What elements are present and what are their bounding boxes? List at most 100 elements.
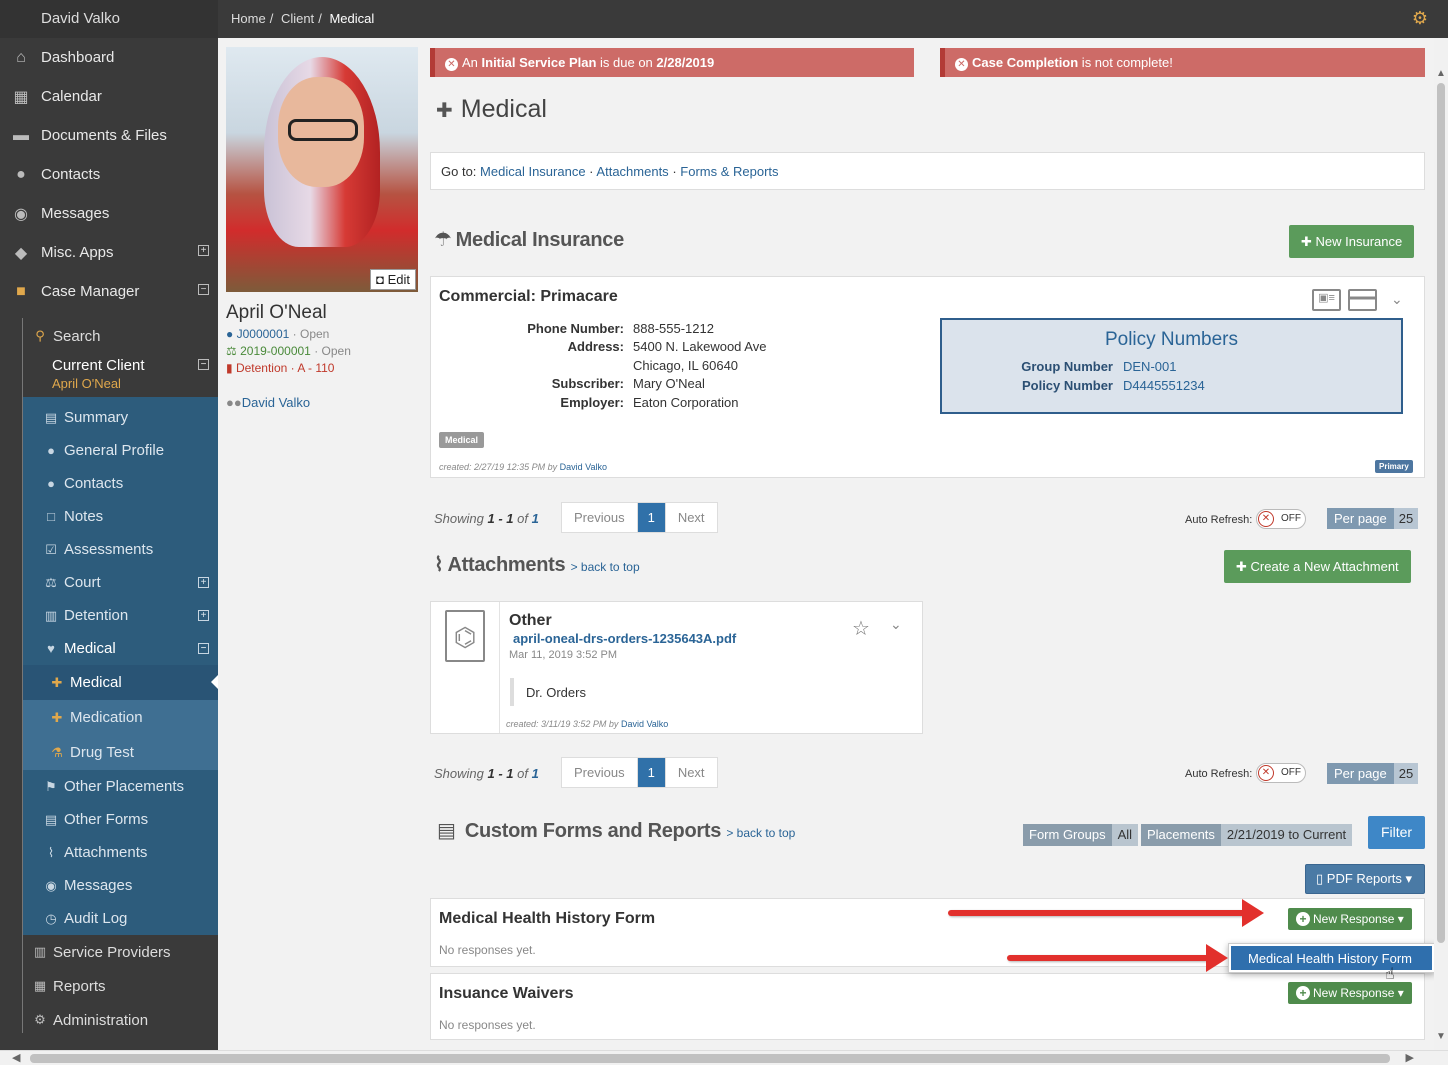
current-client-name[interactable]: April O'Neal <box>52 376 218 391</box>
dropdown-item-medical-health-history[interactable]: Medical Health History Form <box>1231 946 1432 970</box>
sidebar-item-reports[interactable]: ▦ Reports <box>0 969 218 1003</box>
breadcrumb-client[interactable]: Client <box>281 11 314 26</box>
sidebar-item-messages[interactable]: ◉ Messages <box>0 194 218 233</box>
sidebar-item-medical[interactable]: ✚ Medical <box>22 665 218 700</box>
star-icon[interactable]: ☆ <box>852 616 870 641</box>
detention-info[interactable]: ▮ Detention · A - 110 <box>226 361 418 375</box>
per-page-select[interactable]: Per page 25 <box>1327 763 1419 784</box>
chevron-down-icon[interactable]: ⌄ <box>890 616 902 633</box>
case-1[interactable]: ● J0000001 · Open <box>226 327 418 341</box>
back-to-top-link[interactable]: > back to top <box>726 826 795 840</box>
sidebar-item-messages[interactable]: ◉ Messages <box>22 869 218 902</box>
auto-refresh-toggle[interactable]: ✕ OFF <box>1256 509 1306 529</box>
sidebar-item-calendar[interactable]: ▦ Calendar <box>0 77 218 116</box>
expand-icon[interactable]: + <box>198 610 209 621</box>
attachment-date: Mar 11, 2019 3:52 PM <box>509 649 618 661</box>
attachment-file-link[interactable]: april-oneal-drs-orders-1235643A.pdf <box>513 631 736 646</box>
sidebar-item-court[interactable]: ⚖ Court + <box>22 566 218 599</box>
new-insurance-button[interactable]: ✚ New Insurance <box>1289 225 1415 258</box>
sidebar-item-detention[interactable]: ▥ Detention + <box>22 599 218 632</box>
sidebar-item-case-manager[interactable]: ■ Case Manager − <box>0 272 218 311</box>
per-page-select[interactable]: Per page 25 <box>1327 508 1419 529</box>
per-page-value: 25 <box>1393 763 1419 784</box>
breadcrumb-home[interactable]: Home <box>231 11 266 26</box>
sidebar-item-service-providers[interactable]: ▥ Service Providers <box>0 935 218 969</box>
sidebar-item-medical-group[interactable]: ♥ Medical − <box>22 632 218 665</box>
sidebar-item-medication[interactable]: ✚ Medication <box>22 700 218 735</box>
sidebar-item-drug-test[interactable]: ⚗ Drug Test <box>22 735 218 770</box>
form-groups-filter[interactable]: Form Groups All <box>1023 824 1139 846</box>
auto-refresh-toggle[interactable]: ✕ OFF <box>1256 763 1306 783</box>
chevron-down-icon[interactable]: ▼ <box>1436 1031 1446 1042</box>
placements-filter[interactable]: Placements 2/21/2019 to Current <box>1141 824 1353 846</box>
chevron-up-icon[interactable]: ▲ <box>1436 68 1446 79</box>
created-by-link[interactable]: David Valko <box>621 719 668 729</box>
id-card-icon[interactable]: ▣≡ <box>1312 289 1341 311</box>
edit-photo-button[interactable]: ◘ Edit <box>370 269 416 290</box>
credit-card-icon[interactable] <box>1348 289 1377 311</box>
scrollbar-thumb[interactable] <box>30 1054 1390 1063</box>
sidebar-item-assessments[interactable]: ☑ Assessments <box>22 533 218 566</box>
comments-icon: ◉ <box>45 877 57 893</box>
filter-button[interactable]: Filter <box>1368 816 1425 849</box>
new-response-button[interactable]: + New Response ▾ <box>1288 982 1412 1004</box>
sidebar-item-documents[interactable]: ▬ Documents & Files <box>0 116 218 155</box>
list-alt-icon: ▤ <box>44 811 58 827</box>
assigned-staff-name[interactable]: David Valko <box>242 395 310 410</box>
sidebar-item-administration[interactable]: ⚙ Administration <box>0 1003 218 1037</box>
sidebar-item-misc-apps[interactable]: ◆ Misc. Apps + <box>0 233 218 272</box>
chevron-left-icon[interactable]: ◀ <box>12 1051 20 1064</box>
form-title: Insuance Waivers <box>439 985 574 1002</box>
assigned-staff[interactable]: ●●David Valko <box>226 395 418 410</box>
sidebar-item-contacts[interactable]: ● Contacts <box>0 155 218 194</box>
horizontal-scrollbar[interactable]: ◀ ▶ <box>0 1050 1448 1065</box>
goto-medical-insurance-link[interactable]: Medical Insurance <box>480 164 586 179</box>
expand-icon[interactable]: + <box>198 245 209 256</box>
sidebar-item-general-profile[interactable]: ● General Profile <box>22 434 218 467</box>
current-client[interactable]: Current Client April O'Neal − <box>0 353 218 397</box>
address-line-1: 5400 N. Lakewood Ave <box>633 339 767 354</box>
sidebar-item-summary[interactable]: ▤ Summary <box>22 401 218 434</box>
vertical-scrollbar[interactable]: ▲ ▼ <box>1434 38 1448 1050</box>
create-attachment-button[interactable]: ✚ Create a New Attachment <box>1224 550 1411 583</box>
goto-attachments-link[interactable]: Attachments <box>596 164 668 179</box>
sidebar-item-contacts[interactable]: ● Contacts <box>22 467 218 500</box>
sidebar-item-dashboard[interactable]: ⌂ Dashboard <box>0 38 218 77</box>
next-button[interactable]: Next <box>666 503 717 532</box>
next-button[interactable]: Next <box>666 758 717 787</box>
previous-button[interactable]: Previous <box>562 503 637 532</box>
sidebar-item-other-forms[interactable]: ▤ Other Forms <box>22 803 218 836</box>
page-title-text: Medical <box>460 95 547 123</box>
scrollbar-thumb[interactable] <box>1437 83 1445 943</box>
user-name[interactable]: David Valko <box>0 0 218 38</box>
back-to-top-link[interactable]: > back to top <box>571 560 640 574</box>
filter-value: All <box>1111 824 1139 846</box>
case-2-id[interactable]: 2019-000001 <box>240 344 311 358</box>
breadcrumb-current: Medical <box>329 11 375 26</box>
case-1-id[interactable]: J0000001 <box>237 327 290 341</box>
case-2[interactable]: ⚖ 2019-000001 · Open <box>226 344 418 358</box>
created-by-link[interactable]: David Valko <box>560 462 607 472</box>
pdf-reports-button[interactable]: ▯ PDF Reports ▾ <box>1305 864 1425 894</box>
sidebar-item-notes[interactable]: □ Notes <box>22 500 218 533</box>
collapse-icon[interactable]: − <box>198 643 209 654</box>
expand-icon[interactable]: + <box>198 577 209 588</box>
current-client-label: Current Client <box>52 357 145 374</box>
gear-icon[interactable]: ⚙ <box>1412 8 1428 29</box>
sidebar-item-attachments[interactable]: ⌇ Attachments <box>22 836 218 869</box>
new-response-button[interactable]: + New Response ▾ <box>1288 908 1412 930</box>
sidebar-item-search[interactable]: ⚲ Search <box>0 319 218 353</box>
collapse-icon[interactable]: − <box>198 284 209 295</box>
collapse-icon[interactable]: − <box>198 359 209 370</box>
auto-refresh-label: Auto Refresh: <box>1185 768 1253 780</box>
chevron-down-icon[interactable]: ⌄ <box>1391 291 1403 308</box>
close-circle-icon: ✕ <box>955 58 968 71</box>
page-1-button[interactable]: 1 <box>636 503 666 532</box>
paperclip-icon: ⌇ <box>47 844 55 860</box>
goto-forms-link[interactable]: Forms & Reports <box>680 164 778 179</box>
page-1-button[interactable]: 1 <box>636 758 666 787</box>
previous-button[interactable]: Previous <box>562 758 637 787</box>
sidebar-item-audit-log[interactable]: ◷ Audit Log <box>22 902 218 935</box>
chevron-right-icon[interactable]: ▶ <box>1406 1051 1414 1064</box>
sidebar-item-other-placements[interactable]: ⚑ Other Placements <box>22 770 218 803</box>
